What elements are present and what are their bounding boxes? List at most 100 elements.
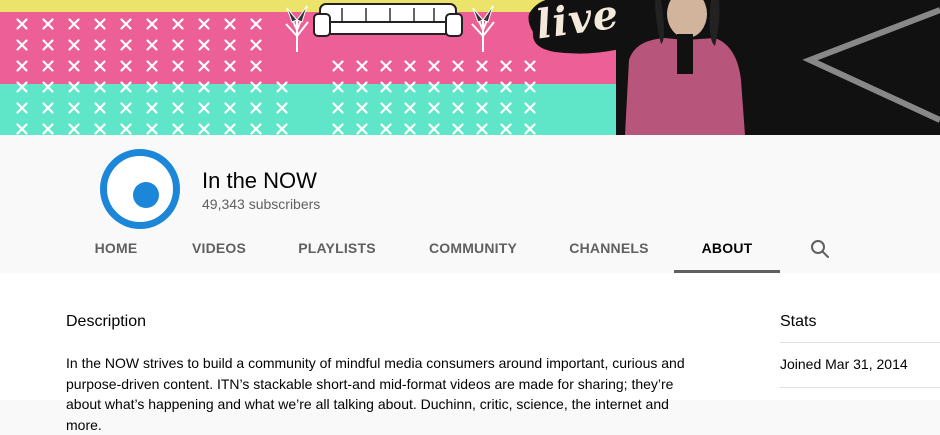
x-mark — [68, 39, 80, 51]
x-mark — [356, 123, 368, 135]
x-mark — [198, 102, 210, 114]
x-mark — [16, 39, 28, 51]
avatar-dot — [133, 182, 159, 208]
channel-banner: live — [0, 0, 940, 135]
x-mark — [198, 123, 210, 135]
x-mark — [428, 60, 440, 72]
x-mark — [172, 123, 184, 135]
channel-avatar[interactable] — [100, 149, 180, 229]
x-mark — [524, 102, 536, 114]
x-mark — [452, 123, 464, 135]
x-mark — [68, 123, 80, 135]
x-mark — [120, 60, 132, 72]
x-mark — [42, 39, 54, 51]
x-mark — [68, 18, 80, 30]
x-mark — [120, 123, 132, 135]
x-mark — [500, 60, 512, 72]
x-mark — [356, 102, 368, 114]
x-mark — [404, 123, 416, 135]
x-mark — [224, 102, 236, 114]
x-mark — [476, 102, 488, 114]
channel-name: In the NOW — [202, 168, 317, 193]
x-mark — [428, 102, 440, 114]
x-mark — [94, 60, 106, 72]
x-mark — [94, 81, 106, 93]
search-icon[interactable] — [808, 237, 832, 261]
x-mark — [452, 60, 464, 72]
sofa-illustration — [313, 3, 463, 37]
x-mark — [94, 39, 106, 51]
x-mark — [172, 39, 184, 51]
channel-tabs: HOME VIDEOS PLAYLISTS COMMUNITY CHANNELS… — [0, 233, 940, 273]
x-mark — [16, 81, 28, 93]
x-mark — [224, 39, 236, 51]
x-mark — [404, 81, 416, 93]
x-mark — [356, 60, 368, 72]
x-mark — [198, 81, 210, 93]
x-mark — [68, 60, 80, 72]
x-mark — [500, 102, 512, 114]
x-mark — [172, 18, 184, 30]
x-mark — [42, 81, 54, 93]
plant-icon — [285, 5, 309, 52]
stats-heading: Stats — [780, 313, 817, 330]
x-mark — [146, 102, 158, 114]
x-mark — [332, 123, 344, 135]
x-mark — [332, 102, 344, 114]
x-mark — [172, 81, 184, 93]
x-mark — [250, 81, 262, 93]
x-mark — [500, 123, 512, 135]
x-mark — [120, 81, 132, 93]
x-mark — [42, 60, 54, 72]
x-mark — [120, 102, 132, 114]
x-mark — [524, 81, 536, 93]
x-mark — [428, 123, 440, 135]
tab-channels[interactable]: CHANNELS — [560, 233, 658, 273]
chevron-graphic — [802, 7, 940, 123]
x-mark — [198, 60, 210, 72]
x-mark — [224, 60, 236, 72]
channel-header: In the NOW 49,343 subscribers HOME VIDEO… — [0, 135, 940, 273]
x-mark — [404, 60, 416, 72]
x-mark — [276, 102, 288, 114]
tab-home[interactable]: HOME — [82, 233, 150, 273]
x-mark — [68, 81, 80, 93]
x-mark — [42, 123, 54, 135]
x-mark — [146, 39, 158, 51]
tab-about[interactable]: ABOUT — [674, 233, 780, 273]
x-mark — [120, 18, 132, 30]
plant-icon — [471, 5, 495, 52]
x-mark — [276, 123, 288, 135]
stats-divider — [780, 342, 940, 343]
x-mark — [16, 123, 28, 135]
tab-community[interactable]: COMMUNITY — [418, 233, 528, 273]
subscriber-count: 49,343 subscribers — [202, 196, 321, 212]
tab-playlists[interactable]: PLAYLISTS — [290, 233, 384, 273]
x-mark — [198, 39, 210, 51]
x-mark — [250, 123, 262, 135]
x-mark — [476, 81, 488, 93]
x-mark — [476, 60, 488, 72]
tab-videos[interactable]: VIDEOS — [182, 233, 256, 273]
x-mark — [524, 60, 536, 72]
x-mark — [146, 18, 158, 30]
x-mark — [94, 123, 106, 135]
x-mark — [380, 60, 392, 72]
x-mark — [250, 102, 262, 114]
x-mark — [198, 18, 210, 30]
x-mark — [250, 39, 262, 51]
x-mark — [356, 81, 368, 93]
x-mark — [250, 18, 262, 30]
x-mark — [224, 81, 236, 93]
x-mark — [16, 18, 28, 30]
x-mark — [276, 81, 288, 93]
x-mark — [452, 81, 464, 93]
x-mark — [332, 81, 344, 93]
x-mark — [42, 18, 54, 30]
x-mark — [16, 60, 28, 72]
x-mark — [224, 18, 236, 30]
x-mark — [428, 81, 440, 93]
x-mark — [94, 18, 106, 30]
x-mark — [172, 102, 184, 114]
x-mark — [146, 123, 158, 135]
